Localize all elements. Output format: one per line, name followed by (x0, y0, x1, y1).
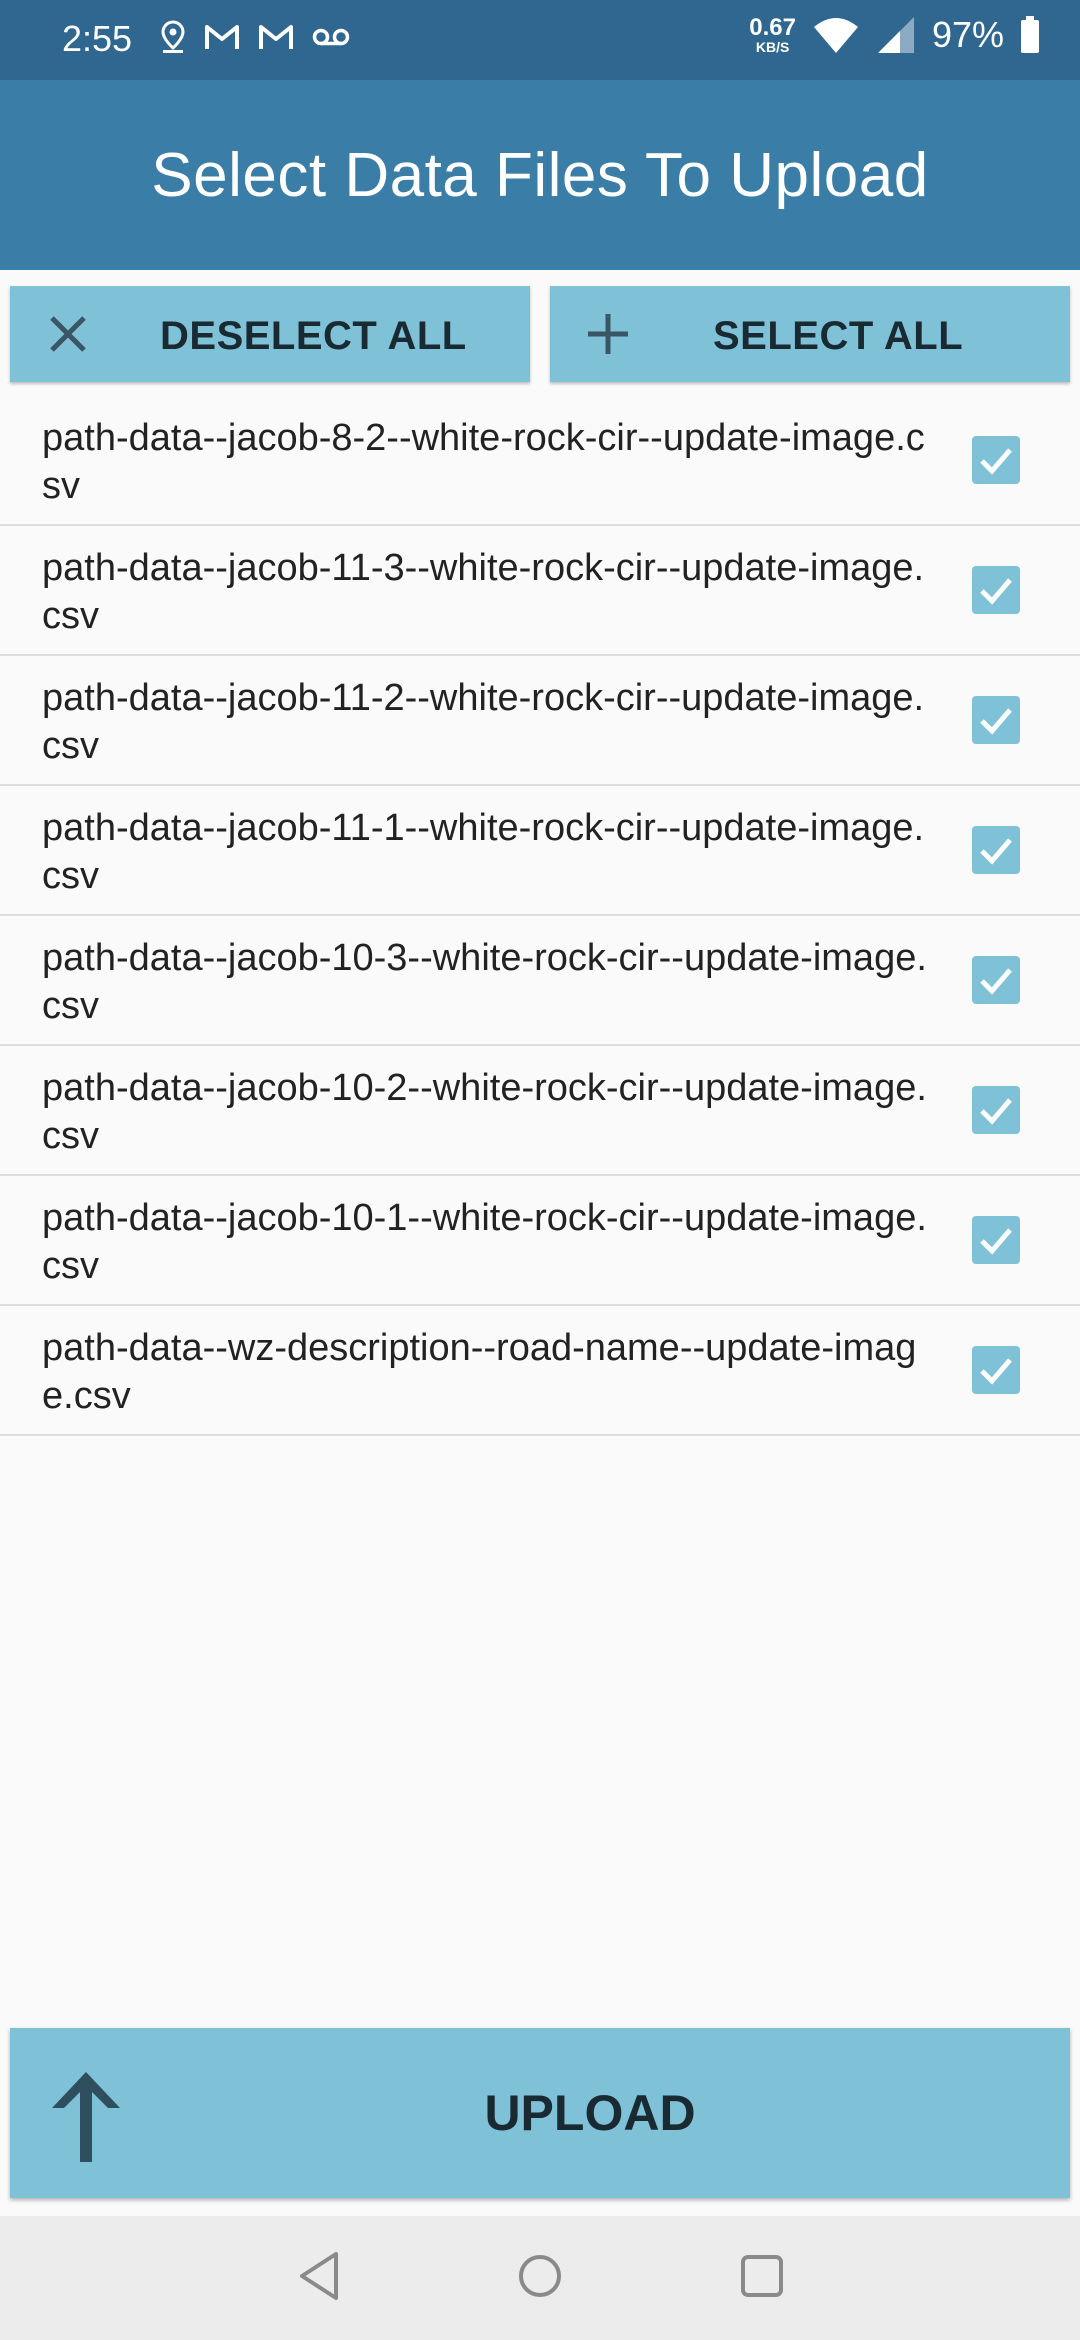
checkmark-icon (980, 1098, 1012, 1125)
page-title: Select Data Files To Upload (151, 140, 929, 210)
checkmark-icon (980, 1228, 1012, 1255)
gmail-icon (205, 25, 239, 49)
file-list: path-data--jacob-8-2--white-rock-cir--up… (0, 396, 1080, 1436)
file-row[interactable]: path-data--jacob-10-1--white-rock-cir--u… (0, 1176, 1080, 1306)
battery-icon (1021, 16, 1039, 53)
file-checkbox[interactable] (972, 436, 1020, 484)
app-bar: Select Data Files To Upload (0, 80, 1080, 270)
location-icon (161, 20, 185, 53)
navigation-bar (0, 2216, 1080, 2340)
file-row[interactable]: path-data--jacob-10-3--white-rock-cir--u… (0, 916, 1080, 1046)
upload-label: UPLOAD (484, 2085, 696, 2141)
file-name: path-data--jacob-10-2--white-rock-cir--u… (42, 1067, 927, 1157)
net-speed-value: 0.67 (749, 14, 796, 41)
file-row[interactable]: path-data--jacob-11-2--white-rock-cir--u… (0, 656, 1080, 786)
file-name: path-data--jacob-11-3--white-rock-cir--u… (42, 547, 925, 637)
home-icon[interactable] (516, 2250, 564, 2302)
file-checkbox[interactable] (972, 566, 1020, 614)
checkmark-icon (980, 838, 1012, 865)
checkmark-icon (980, 968, 1012, 995)
select-all-button[interactable]: SELECT ALL (550, 286, 1070, 382)
upload-button[interactable]: UPLOAD (10, 2028, 1070, 2198)
gmail-icon (259, 25, 293, 49)
file-row[interactable]: path-data--jacob-8-2--white-rock-cir--up… (0, 396, 1080, 526)
status-right: 0.67 KB/S 97% (749, 14, 1040, 56)
select-all-label: SELECT ALL (713, 314, 964, 358)
file-checkbox[interactable] (972, 1346, 1020, 1394)
checkmark-icon (980, 1358, 1012, 1385)
file-checkbox[interactable] (972, 1216, 1020, 1264)
battery-percent: 97% (931, 14, 1004, 55)
file-name: path-data--jacob-8-2--white-rock-cir--up… (42, 417, 925, 507)
checkmark-icon (980, 578, 1012, 605)
status-bar: 2:55 0.67 KB/S 97% (0, 0, 1080, 80)
close-icon (50, 316, 86, 352)
checkmark-icon (980, 448, 1012, 475)
file-checkbox[interactable] (972, 1086, 1020, 1134)
net-speed-unit: KB/S (755, 39, 790, 55)
file-name: path-data--jacob-10-3--white-rock-cir--u… (42, 937, 927, 1027)
recents-icon[interactable] (738, 2250, 786, 2302)
notification-icons (160, 20, 350, 54)
file-name: path-data--jacob-11-1--white-rock-cir--u… (42, 807, 925, 897)
deselect-all-label: DESELECT ALL (160, 314, 467, 358)
file-row[interactable]: path-data--jacob-11-3--white-rock-cir--u… (0, 526, 1080, 656)
file-checkbox[interactable] (972, 826, 1020, 874)
status-time: 2:55 (62, 18, 133, 59)
plus-icon (588, 314, 628, 354)
checkmark-icon (980, 708, 1012, 735)
file-row[interactable]: path-data--wz-description--road-name--up… (0, 1306, 1080, 1436)
signal-icon (877, 17, 914, 53)
file-checkbox[interactable] (972, 696, 1020, 744)
net-speed: 0.67 KB/S (749, 14, 796, 55)
wifi-icon (813, 18, 858, 53)
file-name: path-data--wz-description--road-name--up… (42, 1327, 917, 1417)
back-icon[interactable] (296, 2250, 344, 2302)
file-row[interactable]: path-data--jacob-11-1--white-rock-cir--u… (0, 786, 1080, 916)
deselect-all-button[interactable]: DESELECT ALL (10, 286, 530, 382)
file-name: path-data--jacob-11-2--white-rock-cir--u… (42, 677, 925, 767)
file-checkbox[interactable] (972, 956, 1020, 1004)
file-row[interactable]: path-data--jacob-10-2--white-rock-cir--u… (0, 1046, 1080, 1176)
file-name: path-data--jacob-10-1--white-rock-cir--u… (42, 1197, 927, 1287)
voicemail-icon (312, 28, 350, 46)
